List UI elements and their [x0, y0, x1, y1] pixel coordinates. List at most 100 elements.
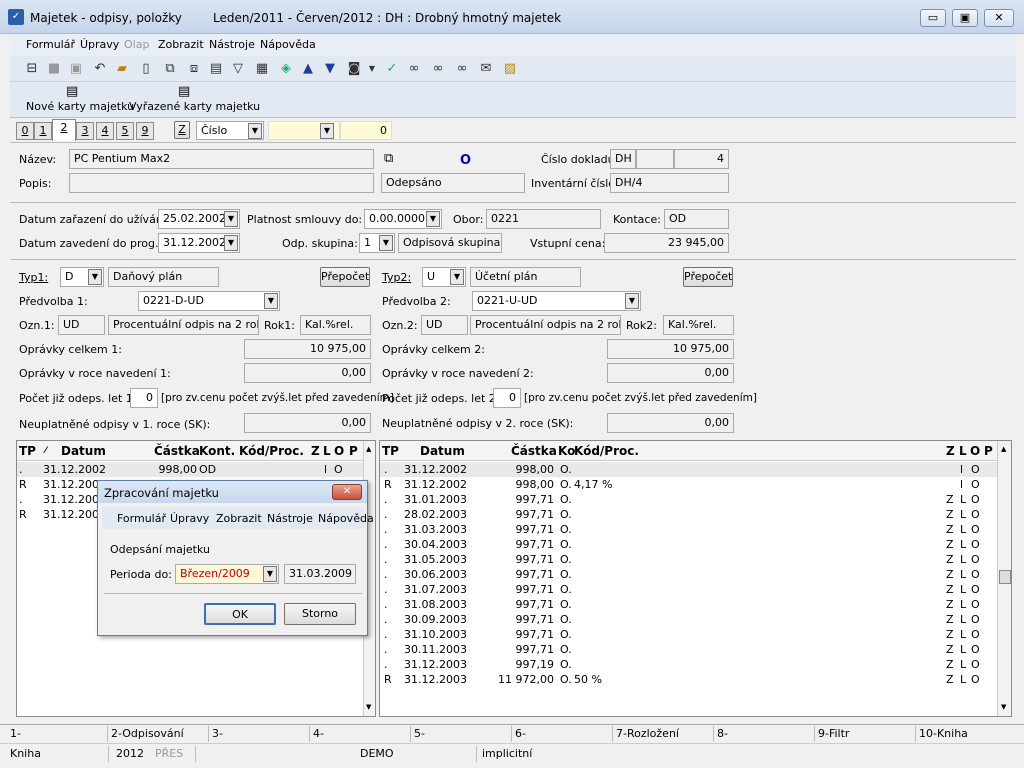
col-castka[interactable]: Částka	[154, 441, 200, 461]
open-folder-icon[interactable]: ▰	[112, 59, 132, 79]
col-z[interactable]: Z	[311, 441, 320, 461]
col-datum[interactable]: Datum	[61, 441, 106, 461]
menu-zobrazit[interactable]: Zobrazit	[158, 38, 204, 51]
dialog-menu-nastroje[interactable]: Nástroje	[267, 512, 313, 525]
mail-icon[interactable]: ✉	[476, 59, 496, 79]
use-date-dropdown-icon[interactable]: ▼	[224, 211, 238, 227]
type1-dropdown-icon[interactable]: ▼	[88, 269, 102, 285]
dialog-menu-upravy[interactable]: Úpravy	[170, 512, 209, 525]
ozn2-field[interactable]: UD	[421, 315, 468, 335]
maximize-button[interactable]: ▣	[952, 9, 978, 27]
col-l[interactable]: L	[323, 441, 331, 461]
ozn2-name-field[interactable]: Procentuální odpis na 2 roky	[470, 315, 621, 335]
col-datum[interactable]: Datum	[420, 441, 465, 461]
col-kod[interactable]: Kód/Proc.	[574, 441, 639, 461]
menu-formular[interactable]: Formulář	[26, 38, 75, 51]
preset1-field[interactable]: 0221-D-UD	[138, 291, 280, 311]
removed-cards-icon[interactable]: ▤	[178, 84, 190, 99]
table-row[interactable]: . 30.04.2003 997,71 O. Z L O	[380, 537, 997, 552]
docnum-mid-field[interactable]	[636, 149, 674, 169]
type2-dropdown-icon[interactable]: ▼	[450, 269, 464, 285]
fkey-10[interactable]: 10-Kniha	[919, 727, 968, 740]
table-row[interactable]: . 28.02.2003 997,71 O. Z L O	[380, 507, 997, 522]
undo-icon[interactable]: ↶	[90, 59, 110, 79]
table-row[interactable]: . 31.01.2003 997,71 O. Z L O	[380, 492, 997, 507]
table-row[interactable]: . 31.03.2003 997,71 O. Z L O	[380, 522, 997, 537]
year1-field[interactable]: 0,00	[244, 363, 371, 383]
menu-olap[interactable]: Olap	[124, 38, 149, 51]
save-as-icon[interactable]: ▣	[66, 59, 86, 79]
new-page-icon[interactable]: ▯	[136, 59, 156, 79]
sort-field-dropdown-icon[interactable]: ▼	[248, 123, 262, 139]
ozn1-field[interactable]: UD	[58, 315, 105, 335]
copy-icon[interactable]: ⧉	[160, 59, 180, 79]
menu-upravy[interactable]: Úpravy	[80, 38, 119, 51]
col-p[interactable]: P	[349, 441, 358, 461]
stack-icon[interactable]: ◈	[276, 59, 296, 79]
up-arrow-icon[interactable]: ▲	[298, 59, 318, 79]
scroll-down-icon[interactable]: ▼	[1001, 703, 1006, 711]
fkey-7[interactable]: 7-Rozložení	[616, 727, 679, 740]
col-castka[interactable]: Částka	[511, 441, 557, 461]
tree-icon[interactable]: ⊟	[22, 59, 42, 79]
dialog-menu-zobrazit[interactable]: Zobrazit	[216, 512, 262, 525]
sort-key-button[interactable]: Z	[174, 121, 190, 139]
check-icon[interactable]: ✓	[382, 59, 402, 79]
new-cards-icon[interactable]: ▤	[66, 84, 78, 99]
rok1-field[interactable]: Kal.%rel.	[300, 315, 371, 335]
docnum-prefix-field[interactable]: DH	[610, 149, 636, 169]
fkey-1[interactable]: 1-	[10, 727, 21, 740]
down-arrow-icon[interactable]: ▼	[320, 59, 340, 79]
scroll-down-icon[interactable]: ▼	[366, 703, 371, 711]
close-button[interactable]: ✕	[984, 9, 1014, 27]
fkey-8[interactable]: 8-	[717, 727, 728, 740]
table-row[interactable]: . 31.08.2003 997,71 O. Z L O	[380, 597, 997, 612]
type1-name-field[interactable]: Daňový plán	[108, 267, 219, 287]
col-sort[interactable]: ⁄	[45, 441, 47, 461]
fkey-9[interactable]: 9-Filtr	[818, 727, 849, 740]
year2-field[interactable]: 0,00	[607, 363, 734, 383]
docnum-field[interactable]: 4	[674, 149, 729, 169]
preset2-dropdown-icon[interactable]: ▼	[625, 293, 639, 309]
price-field[interactable]: 23 945,00	[604, 233, 729, 253]
find-next-icon[interactable]: ∞	[428, 59, 448, 79]
tab-0[interactable]: 0	[16, 122, 34, 140]
unused2-field[interactable]: 0,00	[607, 413, 734, 433]
fkey-3[interactable]: 3-	[212, 727, 223, 740]
preset1-dropdown-icon[interactable]: ▼	[264, 293, 278, 309]
recalc2-button[interactable]: Přepočet	[683, 267, 733, 287]
contact-field[interactable]: OD	[664, 209, 729, 229]
sort-value-input[interactable]: 0	[340, 121, 392, 140]
tab-4[interactable]: 4	[96, 122, 114, 140]
filter-icon[interactable]: ▽	[228, 59, 248, 79]
table-row[interactable]: . 31.12.2002 998,00 O. l O	[380, 462, 997, 477]
col-p[interactable]: P	[984, 441, 993, 461]
search-dropdown-icon[interactable]: ▼	[320, 123, 334, 139]
cancel-button[interactable]: Storno	[284, 603, 356, 625]
binoculars-icon[interactable]: ∞	[404, 59, 424, 79]
period-dropdown-icon[interactable]: ▼	[263, 566, 277, 582]
fkey-6[interactable]: 6-	[515, 727, 526, 740]
ozn1-name-field[interactable]: Procentuální odpis na 2 roky	[108, 315, 259, 335]
save-icon[interactable]: ■	[44, 59, 64, 79]
preset2-field[interactable]: 0221-U-UD	[472, 291, 641, 311]
dialog-menu-formular[interactable]: Formulář	[117, 512, 166, 525]
col-kont[interactable]: Kont.	[199, 441, 235, 461]
minimize-button[interactable]: ▭	[920, 9, 946, 27]
table-row[interactable]: . 31.12.2003 997,19 O. Z L O	[380, 657, 997, 672]
table-row[interactable]: . 31.07.2003 997,71 O. Z L O	[380, 582, 997, 597]
scroll-up-icon[interactable]: ▲	[1001, 445, 1006, 453]
tab-1[interactable]: 1	[34, 122, 52, 140]
table-row[interactable]: R 31.12.2003 11 972,00 O. 50 % Z L O	[380, 672, 997, 687]
tab-3[interactable]: 3	[76, 122, 94, 140]
col-o[interactable]: O	[970, 441, 980, 461]
fkey-5[interactable]: 5-	[414, 727, 425, 740]
type2-name-field[interactable]: Účetní plán	[470, 267, 581, 287]
table-row[interactable]: . 30.11.2003 997,71 O. Z L O	[380, 642, 997, 657]
scroll-up-icon[interactable]: ▲	[366, 445, 371, 453]
find-prev-icon[interactable]: ∞	[452, 59, 472, 79]
right-depreciation-grid[interactable]: TP Datum Částka Ko Kód/Proc. Z L O P . 31…	[379, 440, 1012, 717]
removed-cards-button[interactable]: Vyřazené karty majetku	[129, 100, 260, 113]
dropdown-arrow-icon[interactable]: ▼	[362, 59, 382, 79]
group-name-field[interactable]: Odpisová skupina 1 (	[398, 233, 502, 253]
